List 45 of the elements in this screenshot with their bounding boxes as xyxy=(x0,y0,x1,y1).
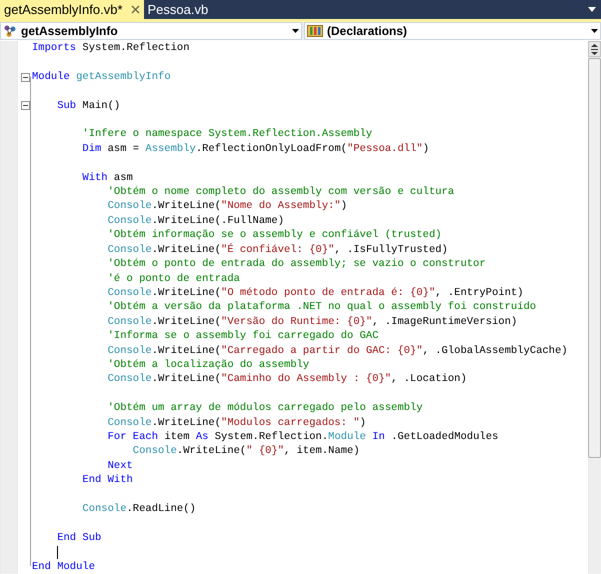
close-icon[interactable] xyxy=(130,5,140,14)
scrollbar-thumb[interactable] xyxy=(588,58,601,458)
code-line: Console.WriteLine("Versão do Runtime: {0}", .ImageRuntimeVersion) xyxy=(108,314,518,330)
code-line: End Module xyxy=(32,560,96,574)
code-line: 'Obtém o nome completo do assembly com versão e cultura xyxy=(108,185,454,200)
code-line: Sub Main() xyxy=(57,98,120,114)
declarations-icon xyxy=(307,24,323,38)
collapse-icon[interactable] xyxy=(20,72,30,82)
document-tab[interactable]: Pessoa.vb xyxy=(144,0,212,19)
member-dropdown[interactable]: (Declarations) xyxy=(304,22,601,40)
code-line: Console.WriteLine("Caminho do Assembly : {0}", .Location) xyxy=(108,372,467,387)
code-line: End With xyxy=(82,473,133,488)
text-cursor xyxy=(57,546,58,559)
caret-icon xyxy=(292,29,299,33)
code-line: Module getAssemblyInfo xyxy=(32,70,171,84)
code-line: Console.WriteLine("É confiável: {0}", .IsFullyTrusted) xyxy=(108,242,448,258)
collapse-icon[interactable] xyxy=(20,101,30,110)
code-line: Console.WriteLine(" {0}", item.Name) xyxy=(132,444,360,459)
code-line: 'Obtém o ponto de entrada do assembly; se vazio o construtor xyxy=(108,257,486,272)
code-line: With asm xyxy=(82,170,133,186)
code-line: Dim asm = Assembly.ReflectionOnlyLoadFrom("Pessoa.dll") xyxy=(82,142,429,156)
code-line: Console.WriteLine(.FullName) xyxy=(108,214,284,228)
vertical-scrollbar[interactable] xyxy=(588,41,601,574)
splitter-icon[interactable] xyxy=(588,41,601,57)
class-icon xyxy=(3,24,17,38)
code-line: End Sub xyxy=(57,530,102,546)
caret-icon xyxy=(591,29,598,33)
code-line: Console.WriteLine("Nome do Assembly:") xyxy=(108,199,348,214)
code-line: 'Obtém um array de módulos carregado pelo assembly xyxy=(108,401,423,416)
type-dropdown[interactable]: getAssemblyInfo xyxy=(0,22,302,40)
code-line: 'Obtém a versão da plataforma .NET no qual o assembly foi construído xyxy=(108,300,536,315)
code-line: 'Infere o namespace System.Reflection.Assembly xyxy=(82,127,372,142)
code-line: For Each item As System.Reflection.Module In .GetLoadedModules xyxy=(108,430,498,444)
dropdown-arrow-icon[interactable] xyxy=(588,7,596,12)
code-line: Console.ReadLine() xyxy=(82,502,196,516)
code-line: 'Obtém informação se o assembly e confiável (trusted) xyxy=(108,228,442,243)
code-line: Console.WriteLine("Modulos carregados: ") xyxy=(108,416,366,430)
code-line: 'é o ponto de entrada xyxy=(108,272,240,286)
code-line: Console.WriteLine("O método ponto de entrada é: {0}", .EntryPoint) xyxy=(108,286,524,300)
code-line: 'Obtém a localização do assembly xyxy=(108,358,310,372)
code-line: Console.WriteLine("Carregado a partir do GAC: {0}", .GlobalAssemblyCache) xyxy=(108,344,568,358)
code-line: Next xyxy=(108,458,133,474)
code-line: 'Informa se o assembly foi carregado do GAC xyxy=(108,329,379,344)
code-line: Imports System.Reflection xyxy=(32,41,190,56)
document-tab[interactable]: getAssemblyInfo.vb* xyxy=(0,0,144,19)
